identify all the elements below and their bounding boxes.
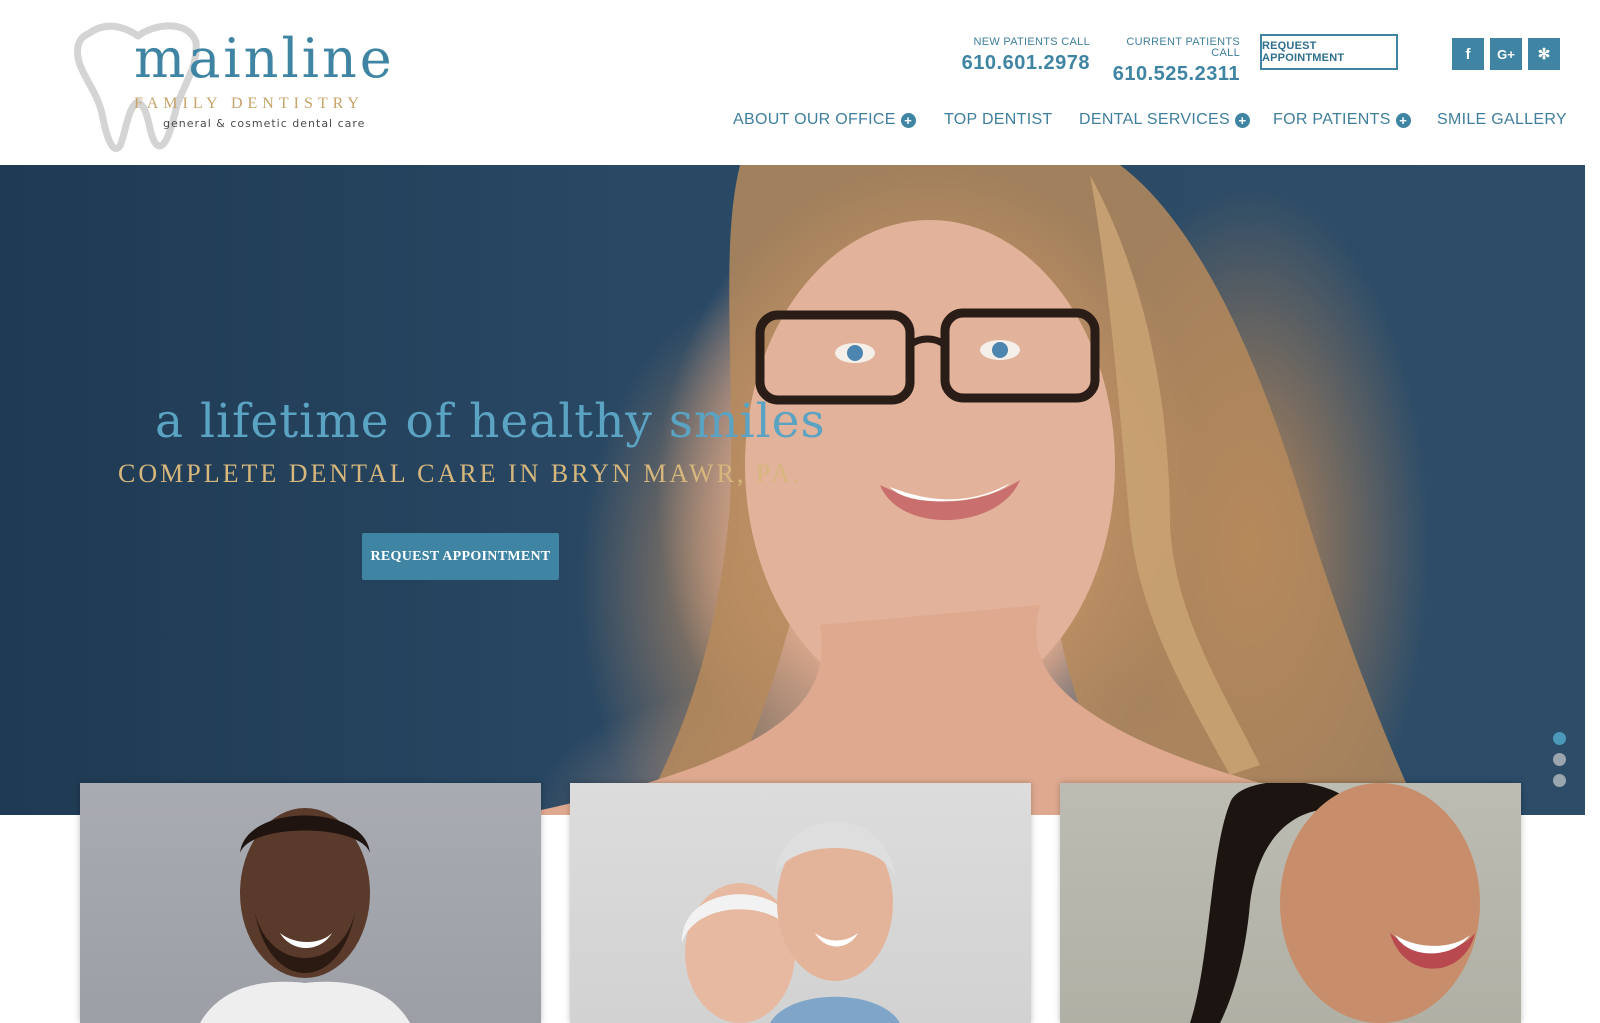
yelp-icon[interactable]: ✻: [1528, 38, 1560, 70]
laughing-woman-photo: [1190, 783, 1480, 1023]
nav-label: FOR PATIENTS: [1273, 111, 1391, 128]
site-header: mainline FAMILY DENTISTRY general & cosm…: [0, 0, 1600, 165]
new-patients-contact: NEW PATIENTS CALL 610.601.2978: [948, 36, 1090, 74]
nav-item-about-our-office[interactable]: ABOUT OUR OFFICE +: [733, 108, 916, 132]
new-patients-phone-link[interactable]: 610.601.2978: [948, 53, 1090, 73]
hero-subheadline: COMPLETE DENTAL CARE IN BRYN MAWR, PA.: [118, 459, 803, 488]
new-patients-label: NEW PATIENTS CALL: [973, 36, 1090, 48]
current-patients-phone-link[interactable]: 610.525.2311: [1096, 64, 1240, 84]
nav-item-dental-services[interactable]: DENTAL SERVICES +: [1079, 108, 1250, 132]
nav-label: ABOUT OUR OFFICE: [733, 111, 896, 128]
current-patients-contact: CURRENT PATIENTS CALL 610.525.2311: [1096, 36, 1240, 85]
logo-wordmark: mainline: [134, 27, 395, 90]
hero-headline: a lifetime of healthy smiles: [155, 394, 826, 449]
plus-circle-icon[interactable]: +: [1234, 112, 1250, 128]
site-logo[interactable]: mainline FAMILY DENTISTRY general & cosm…: [68, 14, 398, 154]
header-request-appointment-button[interactable]: REQUEST APPOINTMENT: [1260, 34, 1398, 70]
feature-card-couple[interactable]: [570, 783, 1031, 1023]
nav-label: TOP DENTIST: [944, 111, 1053, 128]
facebook-icon[interactable]: f: [1452, 38, 1484, 70]
plus-circle-icon[interactable]: +: [1395, 112, 1411, 128]
hero-slider: a lifetime of healthy smiles COMPLETE DE…: [0, 165, 1585, 815]
hero-request-appointment-button[interactable]: REQUEST APPOINTMENT: [362, 533, 559, 580]
current-patients-label: CURRENT PATIENTS CALL: [1126, 36, 1240, 59]
slider-dot-2[interactable]: [1553, 753, 1566, 766]
logo-tagline: general & cosmetic dental care: [163, 117, 366, 130]
hero-woman-photo: [520, 165, 1420, 815]
google-plus-icon[interactable]: G+: [1490, 38, 1522, 70]
slider-pagination: [1553, 732, 1566, 795]
slider-dot-3[interactable]: [1553, 774, 1566, 787]
nav-label: DENTAL SERVICES: [1079, 111, 1230, 128]
nav-item-top-dentist[interactable]: TOP DENTIST: [944, 108, 1053, 132]
slider-dot-1[interactable]: [1553, 732, 1566, 745]
nav-item-smile-gallery[interactable]: SMILE GALLERY: [1437, 108, 1567, 132]
nav-label: SMILE GALLERY: [1437, 111, 1567, 128]
senior-couple-photo: [681, 821, 900, 1023]
feature-card-woman[interactable]: [1060, 783, 1521, 1023]
nav-item-for-patients[interactable]: FOR PATIENTS +: [1273, 108, 1411, 132]
smiling-man-photo: [200, 808, 410, 1023]
logo-subtitle: FAMILY DENTISTRY: [134, 95, 364, 112]
plus-circle-icon[interactable]: +: [900, 112, 916, 128]
feature-card-man[interactable]: [80, 783, 541, 1023]
